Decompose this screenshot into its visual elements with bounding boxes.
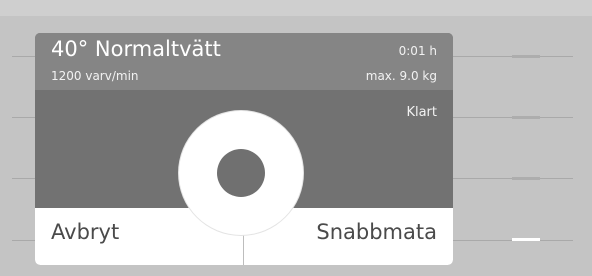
top-strip: [0, 0, 592, 16]
left-guide-line-4: [12, 240, 36, 241]
left-guide-line-1: [12, 56, 36, 57]
cancel-button[interactable]: Avbryt: [51, 220, 119, 244]
status-text: Klart: [406, 105, 437, 120]
side-indicator-3[interactable]: [512, 177, 540, 180]
remaining-time: 0:01 h: [398, 44, 437, 58]
side-indicator-4-active[interactable]: [512, 238, 540, 241]
program-title: 40° Normaltvätt: [51, 37, 221, 61]
left-guide-line-3: [12, 178, 36, 179]
control-dial[interactable]: [179, 111, 303, 235]
dial-center-knob[interactable]: [217, 149, 265, 197]
program-panel: 40° Normaltvätt 1200 varv/min 0:01 h max…: [35, 33, 453, 265]
side-indicator-2[interactable]: [512, 116, 540, 119]
max-load: max. 9.0 kg: [365, 69, 437, 83]
left-guide-line-2: [12, 117, 36, 118]
spin-speed: 1200 varv/min: [51, 69, 139, 83]
program-header: 40° Normaltvätt 1200 varv/min 0:01 h max…: [35, 33, 453, 90]
side-indicator-1[interactable]: [512, 55, 540, 58]
quick-feed-button[interactable]: Snabbmata: [316, 220, 437, 244]
